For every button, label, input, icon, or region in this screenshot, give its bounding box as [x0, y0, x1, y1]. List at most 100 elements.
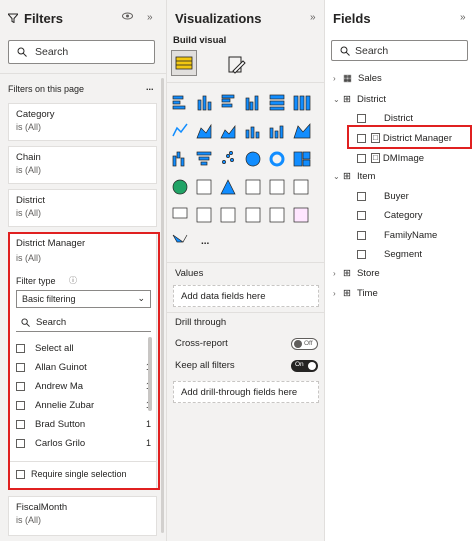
drill-through-label: Drill through: [175, 317, 227, 328]
values-label: Values: [175, 268, 204, 279]
collapse-filters-icon[interactable]: »: [147, 12, 153, 23]
field-familyname[interactable]: FamilyName: [357, 226, 437, 244]
funnel-chart-icon: [196, 151, 212, 166]
checkbox[interactable]: [357, 210, 366, 220]
table-item[interactable]: ⌄ ⊞ Item: [333, 167, 375, 185]
fields-pane: Fields » Search › ▦ Sales ⌄ ⊞ District D…: [325, 0, 474, 541]
format-visual-tab[interactable]: [225, 54, 247, 76]
fields-title: Fields: [333, 10, 371, 26]
waterfall-chart-icon: [172, 151, 185, 167]
table-time[interactable]: › ⊞ Time: [333, 284, 378, 302]
chevron-down-icon: ⌄: [333, 94, 340, 104]
python-visual-icon: [293, 207, 309, 223]
field-segment[interactable]: Segment: [357, 245, 422, 263]
fields-search-input[interactable]: Search: [331, 40, 468, 61]
card-icon: [269, 179, 285, 195]
checkbox[interactable]: [357, 191, 366, 201]
checkbox[interactable]: [357, 249, 366, 259]
table-icon: [220, 207, 236, 223]
chevron-right-icon: ›: [333, 268, 336, 278]
chevron-right-icon: ›: [333, 288, 336, 298]
collapse-visualizations-icon[interactable]: »: [310, 12, 316, 23]
checkbox[interactable]: [357, 153, 366, 163]
table-district[interactable]: ⌄ ⊞ District: [333, 90, 386, 108]
filled-map-icon: [196, 179, 212, 195]
line-clustered-column-icon: [269, 125, 284, 139]
filters-scrollbar[interactable]: [161, 78, 164, 533]
r-visual-icon: [269, 207, 285, 223]
visualizations-header: Visualizations »: [167, 0, 324, 36]
filter-card-value: is (All): [16, 165, 41, 175]
table-name: Item: [356, 170, 376, 182]
field-image-icon: □: [371, 153, 380, 163]
multi-row-card-icon: [293, 179, 309, 195]
filter-card-district[interactable]: District is (All): [8, 189, 157, 227]
table-grid-icon: [175, 56, 193, 70]
kpi-icon: [172, 207, 188, 219]
filter-card-category[interactable]: Category is (All): [8, 103, 157, 141]
toggle-knob: [294, 340, 302, 348]
filter-card-chain[interactable]: Chain is (All): [8, 146, 157, 184]
calculator-icon: ▦: [343, 72, 352, 84]
highlight-box: [8, 232, 160, 490]
visual-types-grid[interactable]: ...: [171, 92, 321, 252]
scatter-chart-icon: [222, 151, 234, 164]
keep-all-filters-label: Keep all filters: [175, 360, 235, 371]
table-sales[interactable]: › ▦ Sales: [333, 69, 382, 87]
stacked-bar-chart-icon: [172, 95, 186, 110]
field-category[interactable]: Category: [357, 206, 423, 224]
field-buyer[interactable]: Buyer: [357, 187, 409, 205]
search-icon: [17, 47, 27, 57]
filter-card-fiscalmonth[interactable]: FiscalMonth is (All): [8, 496, 157, 536]
field-name: Buyer: [384, 190, 409, 202]
toggle-state: On: [295, 361, 304, 368]
build-visual-tab[interactable]: [171, 50, 197, 76]
chevron-down-icon: ⌄: [333, 171, 340, 181]
donut-chart-icon: [269, 151, 285, 167]
field-dmimage[interactable]: □ DMImage: [357, 149, 424, 167]
filters-header: Filters »: [0, 0, 166, 36]
filters-on-page-label: Filters on this page: [8, 84, 85, 94]
filters-more-icon[interactable]: ...: [146, 82, 154, 92]
filter-card-value: is (All): [16, 122, 41, 132]
filter-card-name: FiscalMonth: [16, 502, 68, 513]
pie-chart-icon: [245, 151, 261, 167]
keep-all-filters-toggle[interactable]: On: [291, 360, 318, 372]
checkbox[interactable]: [357, 230, 366, 240]
table-icon: ⊞: [343, 93, 351, 105]
filters-search-input[interactable]: Search: [8, 40, 155, 64]
divider: [167, 262, 324, 263]
matrix-icon: [245, 207, 261, 223]
build-visual-label: Build visual: [173, 35, 227, 46]
clustered-bar-chart-icon: [221, 94, 235, 108]
filter-card-name: Chain: [16, 152, 41, 163]
table-icon: ⊞: [343, 170, 351, 182]
values-well[interactable]: Add data fields here: [173, 285, 319, 307]
line-column-chart-icon: [245, 126, 260, 139]
table-store[interactable]: › ⊞ Store: [333, 264, 380, 282]
filters-search-placeholder: Search: [35, 46, 69, 58]
map-icon: [172, 179, 188, 195]
filters-title: Filters: [24, 10, 64, 26]
visualizations-pane: Visualizations » Build visual ... Values…: [167, 0, 325, 541]
filter-card-value: is (All): [16, 515, 41, 525]
cross-report-toggle[interactable]: Off: [291, 338, 318, 350]
visualizations-title: Visualizations: [175, 10, 262, 26]
toggle-state: Off: [304, 340, 313, 347]
field-name: FamilyName: [384, 229, 438, 241]
toggle-knob: [308, 362, 316, 370]
table-name: Store: [356, 267, 380, 279]
divider: [0, 73, 166, 74]
clustered-column-chart-icon: [245, 95, 259, 111]
collapse-fields-icon[interactable]: »: [460, 12, 466, 23]
values-placeholder: Add data fields here: [181, 290, 266, 302]
eye-icon[interactable]: [122, 12, 133, 23]
drill-through-well[interactable]: Add drill-through fields here: [173, 381, 319, 403]
field-name: Category: [384, 209, 423, 221]
fields-header: Fields »: [325, 0, 474, 36]
checkbox[interactable]: [357, 113, 366, 123]
table-name: Time: [356, 287, 378, 299]
divider: [167, 312, 324, 313]
filter-card-name: District: [16, 195, 46, 206]
stacked-column-chart-icon: [197, 95, 212, 111]
